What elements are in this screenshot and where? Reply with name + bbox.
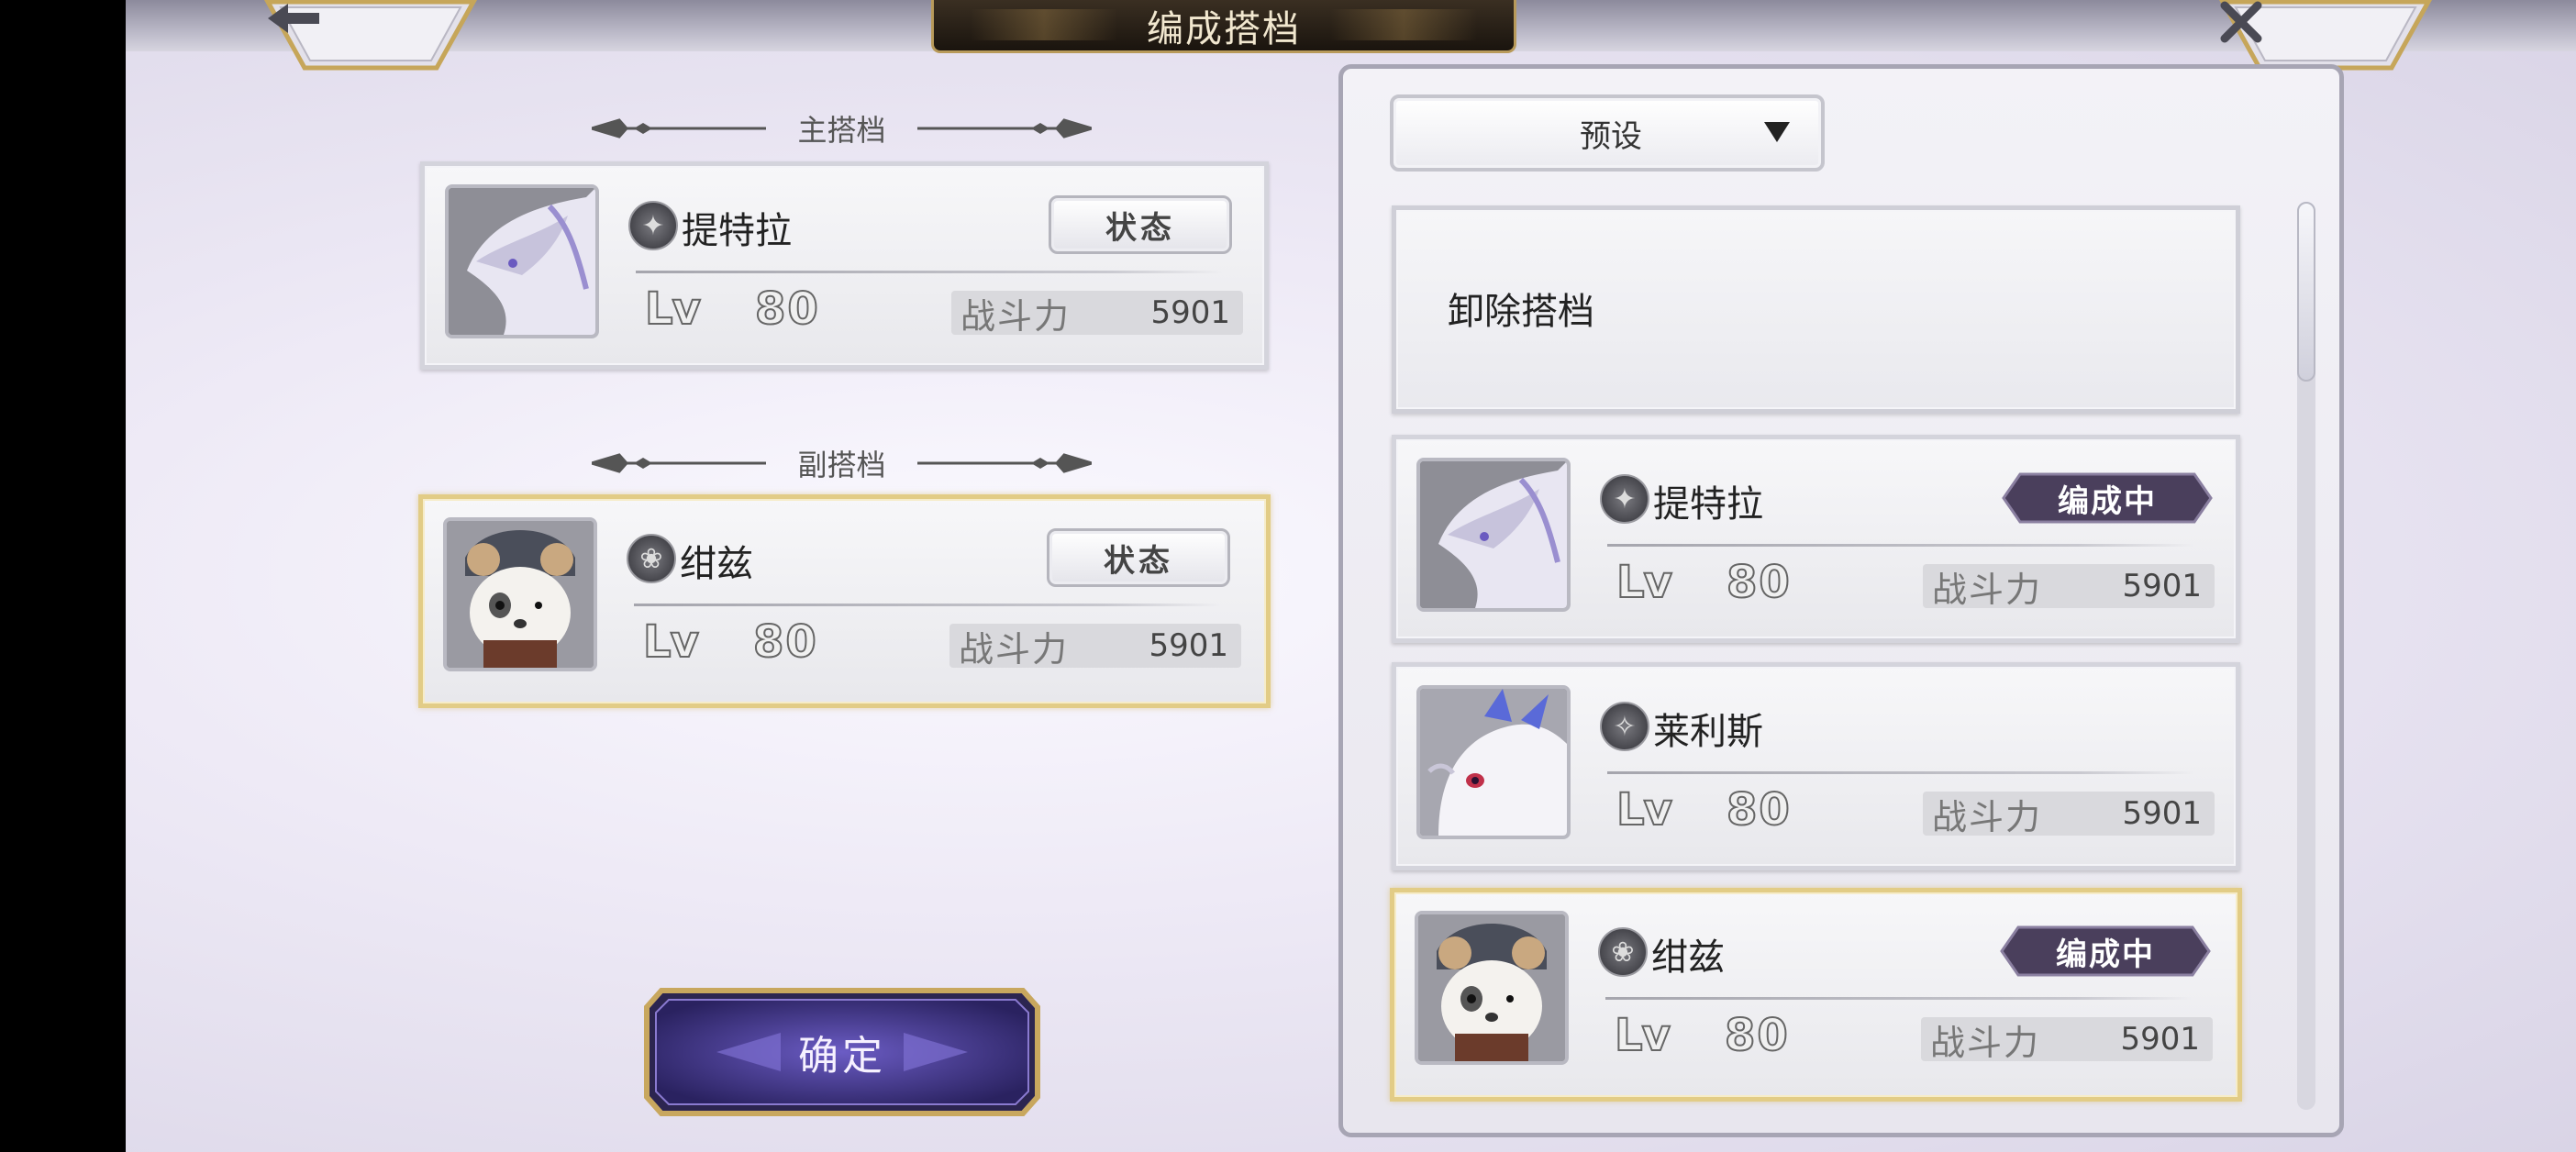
card-divider [1607, 544, 2194, 547]
sub-partner-card[interactable]: ❀ 绀兹 状态 Lv 80 战斗力 5901 [418, 494, 1271, 708]
sub-partner-name: 绀兹 [680, 543, 753, 585]
partner-name: 莱利斯 [1653, 711, 1763, 753]
level-value: 80 [1726, 556, 1792, 609]
power-label: 战斗力 [1930, 1022, 2041, 1063]
confirm-button[interactable]: 确定 [643, 987, 1041, 1117]
partner-portrait [1416, 685, 1571, 839]
lv-label: Lv [642, 615, 700, 669]
in-team-badge-label: 编成中 [2056, 936, 2155, 973]
ornament-left-icon [592, 453, 767, 473]
power-value: 5901 [2122, 568, 2202, 604]
power-box: 战斗力 5901 [1923, 564, 2215, 610]
lv-label: Lv [1614, 1009, 1671, 1062]
partner-portrait [1416, 458, 1571, 612]
list-item[interactable]: ❀ 绀兹 编成中 Lv 80 战斗力 5901 [1390, 888, 2242, 1102]
page-title-plate: 编成搭档 [931, 0, 1516, 53]
ornament-right-icon [916, 118, 1092, 138]
level-value: 80 [754, 282, 820, 336]
level-value: 80 [1724, 1009, 1790, 1062]
partner-name: 绀兹 [1651, 936, 1725, 979]
lv-label: Lv [644, 282, 702, 336]
confirm-label: 确定 [798, 1033, 886, 1080]
card-divider [634, 604, 1221, 606]
sub-partner-status-button[interactable]: 状态 [1047, 528, 1230, 587]
wind-element-icon: ❀ [627, 534, 676, 583]
sub-partner-label: 副搭档 [797, 448, 886, 482]
power-label: 战斗力 [1932, 796, 2043, 837]
wind-element-icon: ❀ [1598, 927, 1648, 977]
power-box: 战斗力 5901 [949, 624, 1241, 670]
back-arrow-icon [264, 0, 477, 66]
card-divider [1605, 997, 2193, 1000]
card-divider [636, 271, 1223, 273]
lv-label: Lv [1616, 783, 1673, 836]
preset-label: 预设 [1580, 117, 1642, 155]
main-partner-card[interactable]: ✦ 提特拉 状态 Lv 80 战斗力 5901 [420, 161, 1269, 370]
power-label: 战斗力 [960, 295, 1071, 337]
list-item[interactable]: ✧ 莱利斯 Lv 80 战斗力 5901 [1392, 662, 2240, 870]
sub-partner-heading: 副搭档 [495, 441, 1188, 485]
partner-name: 提特拉 [1653, 483, 1763, 526]
list-item[interactable]: ✦ 提特拉 编成中 Lv 80 战斗力 5901 [1392, 435, 2240, 643]
ornament-right-icon [916, 453, 1092, 473]
main-partner-status-button[interactable]: 状态 [1049, 195, 1232, 254]
left-black-bar [0, 0, 126, 1152]
light-element-icon: ✧ [1600, 702, 1649, 751]
power-value: 5901 [1149, 627, 1228, 664]
dark-element-icon: ✦ [628, 201, 678, 250]
scrollbar-thumb[interactable] [2297, 202, 2315, 382]
power-box: 战斗力 5901 [1923, 792, 2215, 837]
preset-dropdown[interactable]: 预设 [1390, 94, 1825, 172]
unequip-partner-button[interactable]: 卸除搭档 [1392, 205, 2240, 414]
lv-label: Lv [1616, 556, 1673, 609]
power-box: 战斗力 5901 [1921, 1017, 2213, 1063]
main-partner-heading: 主搭档 [495, 106, 1188, 150]
level-value: 80 [1726, 783, 1792, 836]
back-button[interactable] [264, 0, 477, 72]
power-value: 5901 [1150, 294, 1230, 331]
power-box: 战斗力 5901 [951, 291, 1243, 337]
chevron-down-icon [1764, 122, 1790, 142]
close-x-icon [2219, 0, 2432, 66]
main-partner-label: 主搭档 [797, 113, 886, 148]
main-partner-name: 提特拉 [682, 210, 792, 252]
in-team-badge: 编成中 [2000, 925, 2211, 977]
card-divider [1607, 771, 2194, 774]
in-team-badge: 编成中 [2002, 472, 2213, 524]
power-label: 战斗力 [959, 628, 1070, 670]
power-value: 5901 [2120, 1021, 2200, 1058]
sub-partner-portrait [443, 517, 597, 671]
close-button[interactable] [2219, 0, 2432, 72]
main-partner-portrait [445, 184, 599, 338]
dark-element-icon: ✦ [1600, 474, 1649, 524]
power-value: 5901 [2122, 795, 2202, 832]
in-team-badge-label: 编成中 [2058, 482, 2157, 520]
unequip-label: 卸除搭档 [1448, 291, 1594, 333]
level-value: 80 [752, 615, 818, 669]
partner-portrait [1415, 911, 1569, 1065]
page-title: 编成搭档 [1147, 7, 1301, 50]
ornament-left-icon [592, 118, 767, 138]
power-label: 战斗力 [1932, 569, 2043, 610]
